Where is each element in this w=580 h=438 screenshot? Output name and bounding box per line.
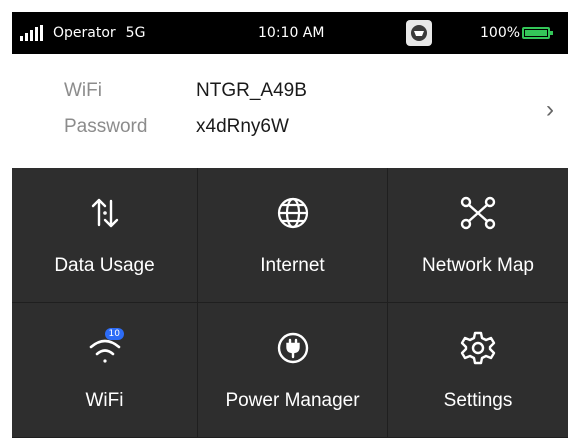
tray-app-icon — [406, 20, 432, 46]
wifi-ssid-row: WiFi NTGR_A49B — [64, 80, 307, 102]
tile-label: Data Usage — [54, 255, 155, 276]
wifi-clients-badge: 10 — [104, 328, 124, 340]
battery-icon — [522, 27, 553, 39]
battery-fill — [525, 30, 547, 36]
wifi-password-label: Password — [64, 116, 148, 137]
wifi-icon: 10 — [85, 328, 125, 368]
status-left: Operator 5G — [12, 25, 210, 41]
operator-name: Operator — [53, 25, 116, 41]
signal-strength-icon — [20, 25, 43, 41]
tile-label: Settings — [443, 390, 513, 411]
wifi-ssid-label: WiFi — [64, 80, 102, 101]
wifi-ssid-value: NTGR_A49B — [196, 80, 307, 101]
tile-label: Internet — [260, 255, 325, 276]
tile-data-usage[interactable]: Data Usage — [12, 168, 198, 303]
status-time: 10:10 AM — [258, 25, 325, 41]
screen: Operator 5G 10:10 AM 100% WiFi NTGR_A49B… — [0, 0, 580, 438]
wifi-password-value: x4dRny6W — [196, 116, 289, 137]
status-bar: Operator 5G 10:10 AM 100% — [12, 12, 568, 54]
globe-icon — [273, 193, 313, 233]
network-map-icon — [458, 193, 498, 233]
tile-internet[interactable]: Internet — [198, 168, 388, 303]
power-plug-icon — [273, 328, 313, 368]
network-type: 5G — [125, 25, 146, 41]
menu-grid: Data Usage Internet Network Map 10 WiFi … — [12, 168, 568, 438]
wifi-password-row: Password x4dRny6W — [64, 116, 289, 138]
gear-icon — [458, 328, 498, 368]
tile-power-manager[interactable]: Power Manager — [198, 303, 388, 438]
tile-label: Power Manager — [225, 390, 360, 411]
tile-settings[interactable]: Settings — [388, 303, 568, 438]
tile-network-map[interactable]: Network Map — [388, 168, 568, 303]
battery-percentage: 100% — [480, 25, 521, 41]
tile-label: WiFi — [85, 390, 124, 411]
wifi-info-panel[interactable]: WiFi NTGR_A49B Password x4dRny6W › — [12, 54, 568, 168]
data-usage-icon — [85, 193, 125, 233]
chevron-right-icon[interactable]: › — [546, 96, 554, 124]
tile-wifi[interactable]: 10 WiFi — [12, 303, 198, 438]
tile-label: Network Map — [422, 255, 534, 276]
